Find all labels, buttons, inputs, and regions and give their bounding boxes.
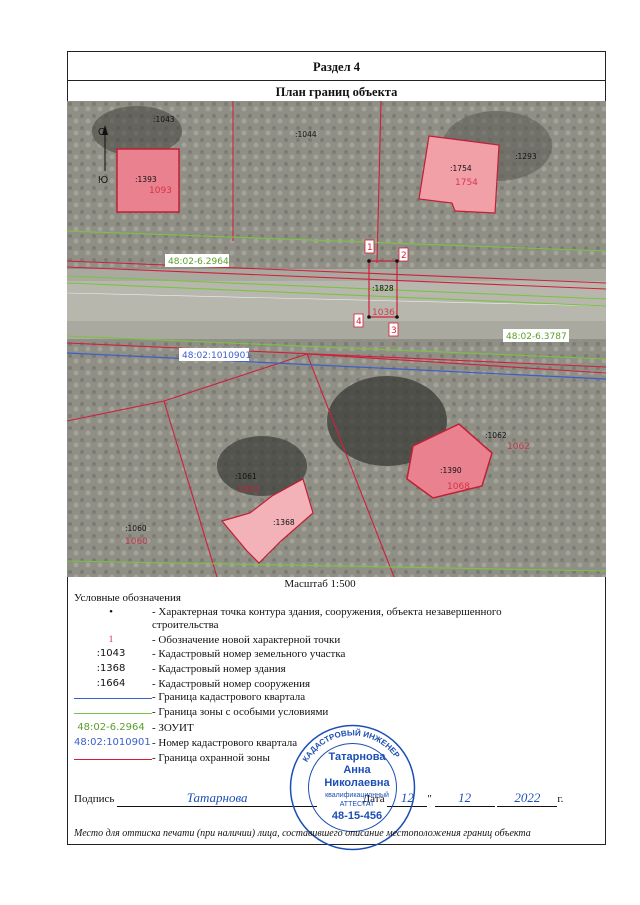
stamp-name: Татарнова (329, 751, 387, 763)
parcel-label-red: 1060 (125, 537, 148, 547)
parcel-label: :1828 (372, 284, 394, 293)
date-year: 2022 (497, 790, 558, 807)
legend-text: - Кадастровый номер земельного участка (152, 648, 346, 660)
legend-symbol-parcel: :1043 (96, 648, 126, 659)
legend-symbol-quarter-number: 48:02:1010901 (74, 737, 151, 748)
stamp-name: Николаевна (324, 777, 390, 789)
parcel-label: :1060 (125, 524, 147, 533)
stamp-cert: квалификационный (325, 791, 389, 799)
point-label: 1 (367, 243, 373, 253)
parcel-label-red: 1062 (507, 442, 530, 452)
stamp-cert: АТТЕСТАТ (340, 801, 375, 808)
quarter-label: 48:02:1010901 (182, 351, 251, 361)
legend-symbol-building: :1368 (96, 663, 126, 674)
footer-note: Место для оттиска печати (при наличии) л… (74, 828, 531, 839)
stamp-cert-number: 48-15-456 (332, 810, 382, 822)
zone-label: 48:02-6.2964 (168, 257, 229, 267)
building-label: :1754 (450, 164, 472, 173)
boundary-map: С Ю :1043 :1044 :1293 :1828 :1062 :1061 … (67, 101, 606, 577)
legend-symbol-point: • (109, 606, 113, 618)
point-label: 4 (356, 317, 362, 327)
legend-title: Условные обозначения (74, 592, 181, 604)
legend-text: - Обозначение новой характерной точки (152, 634, 341, 646)
parcel-label-red: 1036 (372, 308, 395, 318)
building-label: :1393 (135, 175, 157, 184)
parcel-label: :1061 (235, 472, 257, 481)
legend-symbol-structure: :1664 (96, 678, 126, 689)
point-label: 2 (401, 251, 407, 261)
legend-line-zone (74, 713, 152, 714)
parcel-label: :1043 (153, 115, 175, 124)
parcel-label-red: 1061 (237, 485, 260, 495)
building-label: :1368 (273, 518, 295, 527)
parcel-label-red: 1093 (149, 186, 172, 196)
year-suffix: г. (557, 793, 564, 805)
building-label: :1390 (440, 466, 462, 475)
point-label: 3 (391, 326, 397, 336)
compass-north: С (98, 127, 105, 138)
date-month: 12 (434, 790, 495, 807)
parcel-label: :1062 (485, 431, 507, 440)
parcel-label-red: 1754 (455, 178, 478, 188)
legend-line-protect-zone (74, 759, 152, 760)
parcel-label: :1293 (515, 152, 537, 161)
legend-line-quarter (74, 698, 152, 699)
legend-symbol-zouit: 48:02-6.2964 (77, 722, 145, 733)
map-scale: Масштаб 1:500 (284, 578, 356, 590)
signature-label: Подпись (74, 793, 115, 805)
stamp-name: Анна (343, 764, 371, 776)
legend-text: - Кадастровый номер здания (152, 663, 286, 675)
legend-text: - Граница зоны с особыми условиями (152, 706, 329, 718)
legend-text: - Кадастровый номер сооружения (152, 678, 311, 690)
legend-text: - Граница кадастрового квартала (152, 691, 306, 703)
legend-symbol-new-point: 1 (108, 634, 114, 644)
compass-south: Ю (98, 175, 108, 186)
parcel-label-red: 1068 (447, 482, 470, 492)
parcel-label: :1044 (295, 130, 317, 139)
zone-label: 48:02-6.3787 (506, 332, 567, 342)
legend-text: - Характерная точка контура здания, соор… (152, 606, 502, 631)
